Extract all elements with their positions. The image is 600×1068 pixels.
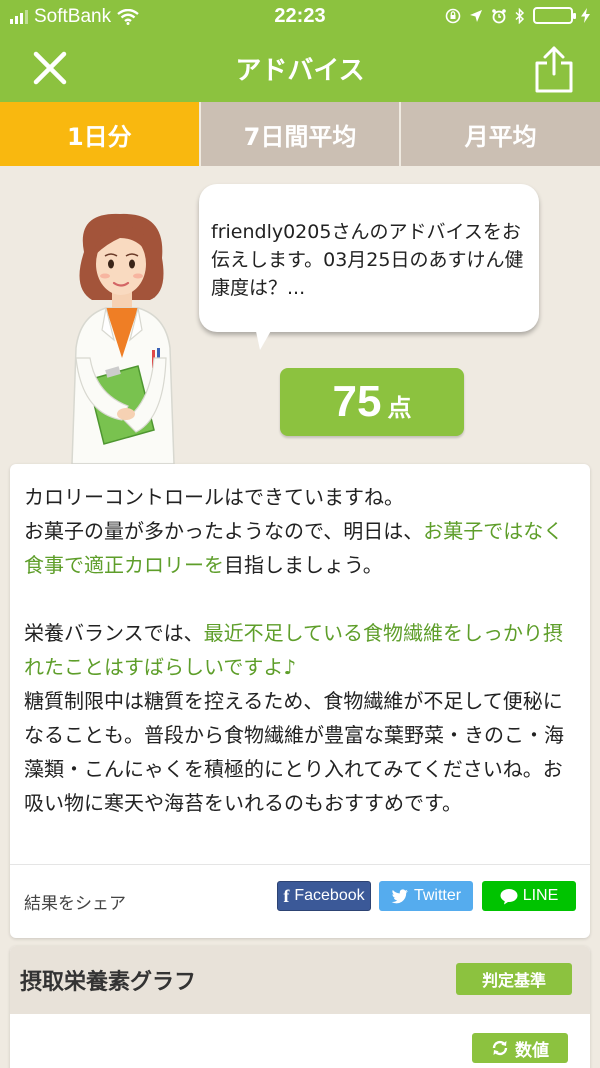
advice-card: カロリーコントロールはできていますね。 お菓子の量が多かったようなので、明日は、… (10, 464, 590, 938)
line-label: LINE (522, 887, 559, 904)
advice-paragraph-nutrition: 栄養バランスでは、最近不足している食物繊維をしっかり摂れたことはすばらしいですよ… (24, 616, 576, 820)
status-bar: SoftBank 22:23 (0, 0, 600, 36)
share-label: 結果をシェア (24, 894, 126, 914)
twitter-bird-icon (391, 888, 408, 903)
nav-bar: アドバイス (0, 36, 600, 102)
share-icon[interactable] (532, 44, 576, 94)
bubble-text: friendly0205さんのアドバイスをお伝えします。03月25日のあすけん健… (211, 221, 524, 299)
orientation-lock-icon (445, 8, 461, 23)
criteria-button[interactable]: 判定基準 (456, 963, 572, 995)
period-tabs: 1日分 7日間平均 月平均 (0, 102, 600, 166)
advice-text: カロリーコントロールはできていますね。 お菓子の量が多かったようなので、明日は、… (10, 464, 590, 820)
advice-paragraph-calorie: カロリーコントロールはできていますね。 お菓子の量が多かったようなので、明日は、… (24, 480, 576, 582)
page-title: アドバイス (235, 56, 365, 86)
nutrient-graph-card: 摂取栄養素グラフ 判定基準 数値 (10, 946, 590, 1068)
advice-text-segment: 糖質制限中は糖質を控えるため、食物繊維が不足して便秘になることも。普段から食物繊… (24, 689, 564, 815)
refresh-icon (492, 1040, 508, 1056)
advice-text-segment: 目指しましょう。 (224, 553, 383, 577)
tab-one-day[interactable]: 1日分 (0, 102, 199, 166)
health-score-unit: 点 (387, 394, 412, 422)
health-score-badge: 75 点 (280, 368, 464, 436)
advice-speech-bubble: friendly0205さんのアドバイスをお伝えします。03月25日のあすけん健… (199, 184, 539, 332)
advice-text-segment: カロリーコントロールはできていますね。 (24, 485, 404, 509)
share-row: 結果をシェア f Facebook Twitter LINE (10, 864, 590, 938)
twitter-share-button[interactable]: Twitter (379, 881, 473, 911)
advisor-section: friendly0205さんのアドバイスをお伝えします。03月25日のあすけん健… (0, 166, 600, 464)
nurse-advisor-illustration (71, 213, 175, 464)
line-share-button[interactable]: LINE (482, 881, 576, 911)
line-chat-icon (500, 888, 518, 904)
twitter-label: Twitter (413, 887, 462, 904)
location-icon (470, 9, 482, 22)
graph-header: 摂取栄養素グラフ 判定基準 (10, 946, 590, 1014)
tab-monthly-average[interactable]: 月平均 (399, 102, 600, 166)
speech-bubble-tail (254, 322, 276, 350)
bluetooth-icon (515, 7, 525, 24)
alarm-icon (492, 8, 506, 23)
battery-icon (533, 7, 576, 24)
facebook-icon: f (283, 885, 290, 906)
values-button-label: 数値 (515, 1040, 549, 1061)
status-right (445, 7, 590, 24)
graph-title: 摂取栄養素グラフ (20, 970, 197, 995)
advice-text-segment: 栄養バランスでは、 (24, 621, 204, 645)
facebook-label: Facebook (294, 887, 365, 904)
advice-text-segment: お菓子の量が多かったようなので、明日は、 (24, 519, 424, 543)
tab-seven-day-average[interactable]: 7日間平均 (198, 102, 400, 166)
facebook-share-button[interactable]: f Facebook (277, 881, 371, 911)
charging-icon (581, 8, 590, 23)
values-toggle-button[interactable]: 数値 (472, 1033, 568, 1063)
health-score-value: 75 (332, 377, 382, 426)
